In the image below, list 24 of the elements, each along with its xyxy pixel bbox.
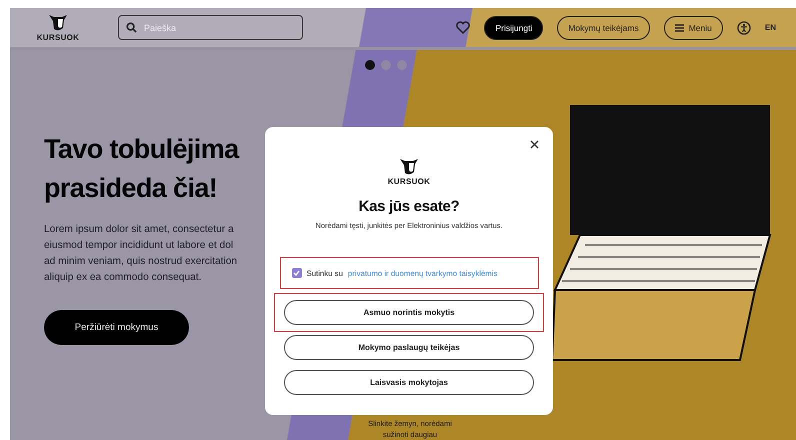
cow-logo-icon [47,13,69,33]
hero-paragraph: Lorem ipsum dolor sit amet, consectetur a eiusmod tempor incididunt ut labore et dol ad minim veniam, quis nostrud exercitation aliquip ex ea commodo consequat. [44,223,238,285]
accessibility-icon[interactable] [736,20,751,34]
cow-logo-icon [398,157,420,177]
language-button[interactable]: EN [764,23,776,32]
dialog-title: Kas jūs esate? [358,198,460,215]
login-button[interactable]: Prisijungti [484,16,544,40]
carousel-dot[interactable] [365,60,375,70]
role-option-button[interactable]: Mokymo paslaugų teikėjas [284,335,534,360]
hero-title-line: Tavo tobulėjima [44,133,240,166]
heart-icon[interactable] [456,21,470,34]
providers-button[interactable]: Mokymų teikėjams [557,16,650,40]
role-option-button[interactable]: Asmuo norintis mokytis [284,300,534,325]
search-icon [126,22,137,33]
hero-title-line: prasideda čia! [44,172,218,205]
logo-text: KURSUOK [36,33,80,42]
search-field[interactable]: Paieška [118,15,303,40]
menu-icon [674,24,684,32]
menu-button[interactable]: Meniu [664,16,723,40]
role-option-button[interactable]: Laisvasis mokytojas [284,370,534,395]
view-courses-button[interactable]: Peržiūrėti mokymus [44,310,189,345]
logo-text: KURSUOK [388,177,430,186]
consent-checkbox[interactable] [292,268,302,278]
close-icon[interactable] [530,140,539,149]
